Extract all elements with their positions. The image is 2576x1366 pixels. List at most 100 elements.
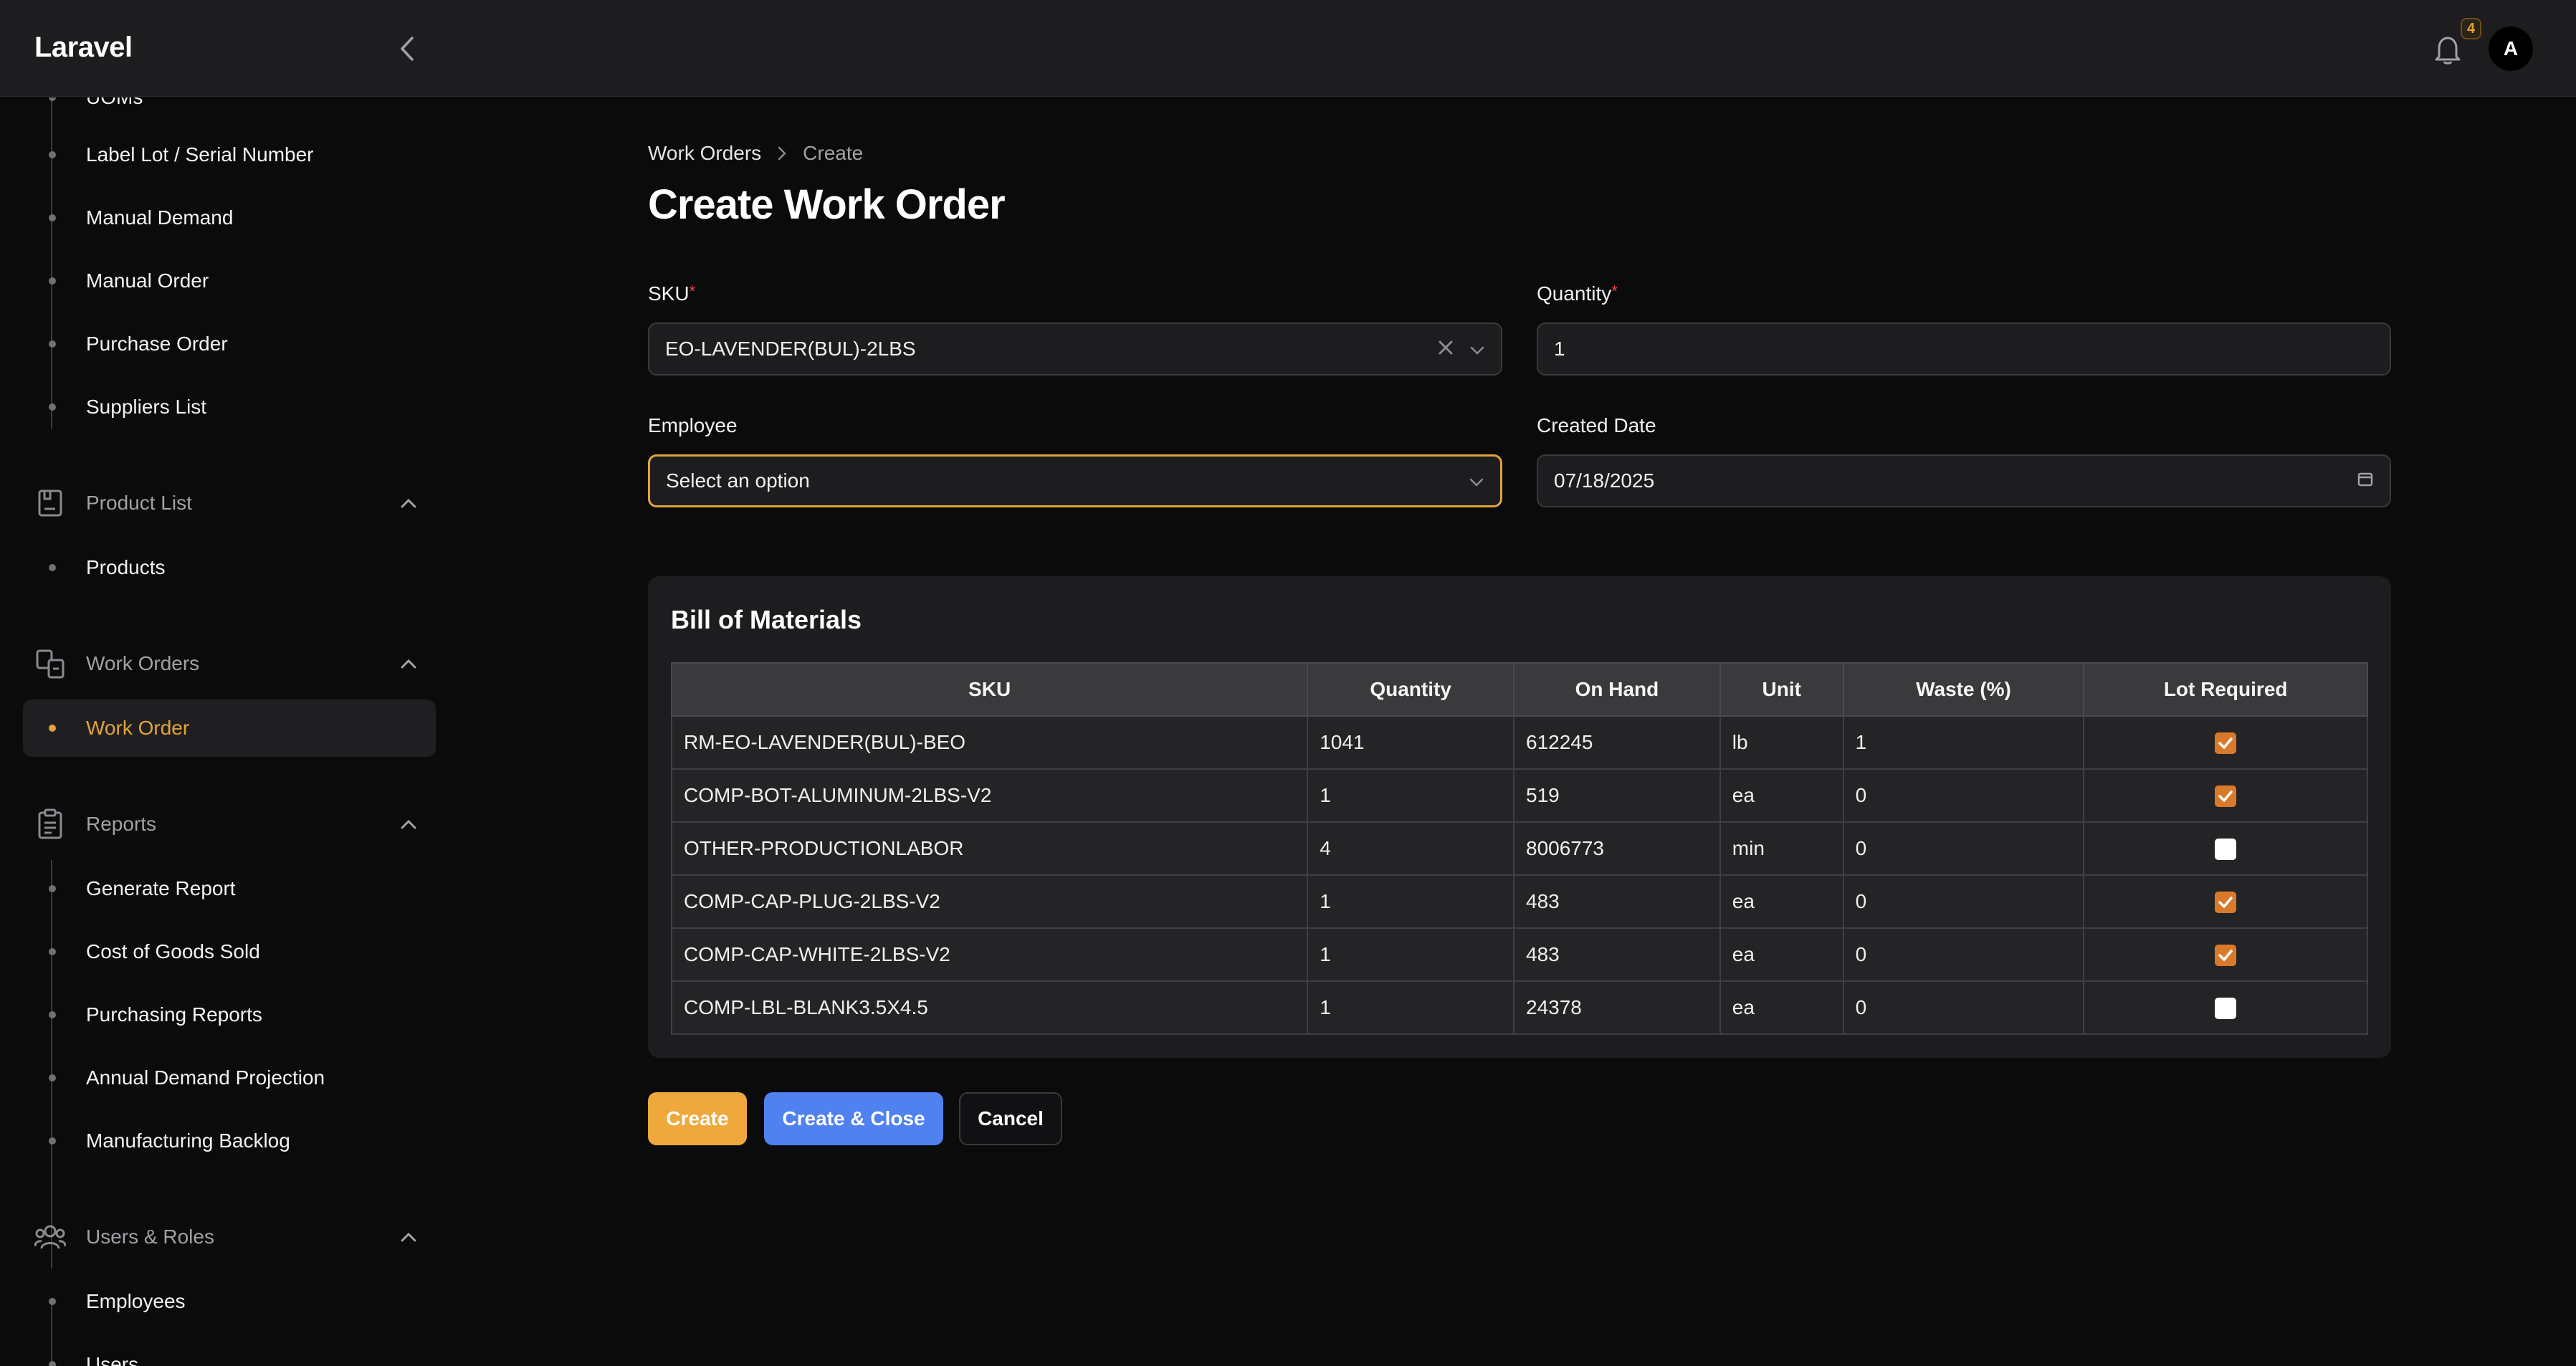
- calendar-icon[interactable]: [2357, 469, 2374, 492]
- chevron-up-icon[interactable]: [399, 493, 419, 513]
- quantity-label-text: Quantity: [1537, 282, 1612, 305]
- cell-on-hand: 483: [1513, 927, 1721, 982]
- cell-unit: min: [1719, 821, 1844, 876]
- cell-quantity: 1: [1307, 927, 1514, 982]
- cell-quantity: 1: [1307, 874, 1514, 929]
- sidebar-item-users[interactable]: Users: [23, 1336, 436, 1366]
- cell-sku: COMP-LBL-BLANK3.5X4.5: [670, 980, 1309, 1035]
- bell-icon[interactable]: [2430, 32, 2466, 67]
- sidebar-item-purchasing-reports[interactable]: Purchasing Reports: [23, 986, 436, 1043]
- breadcrumb-work-orders[interactable]: Work Orders: [648, 142, 761, 165]
- chevron-up-icon[interactable]: [399, 814, 419, 834]
- chevron-up-icon[interactable]: [399, 1227, 419, 1247]
- sidebar-item-label: Users: [86, 1353, 139, 1366]
- sidebar-group-label: Reports: [86, 813, 157, 835]
- cell-unit: ea: [1719, 927, 1844, 982]
- sidebar-item-employees[interactable]: Employees: [23, 1273, 436, 1330]
- cell-sku: RM-EO-LAVENDER(BUL)-BEO: [670, 715, 1309, 770]
- sku-select-controls: [1438, 338, 1485, 360]
- sidebar-item-label: Products: [86, 556, 166, 578]
- cell-quantity: 1: [1307, 980, 1514, 1035]
- create-button[interactable]: Create: [648, 1092, 747, 1145]
- sidebar-item-label: Generate Report: [86, 877, 236, 899]
- table-row: OTHER-PRODUCTIONLABOR 4 8006773 min 0: [670, 821, 2368, 876]
- cell-on-hand: 483: [1513, 874, 1721, 929]
- sidebar-item-uoms[interactable]: UOMs: [23, 97, 436, 126]
- cell-unit: ea: [1719, 874, 1844, 929]
- sidebar-item-generate-report[interactable]: Generate Report: [23, 860, 436, 917]
- lot-required-checkbox[interactable]: [2215, 732, 2237, 755]
- bullet-icon: [49, 885, 56, 892]
- brand-logo[interactable]: Laravel: [34, 32, 133, 64]
- sidebar-item-products[interactable]: Products: [23, 539, 436, 596]
- chevron-down-icon[interactable]: [1469, 469, 1484, 492]
- bullet-icon: [49, 564, 56, 571]
- x-icon[interactable]: [1438, 338, 1454, 360]
- sidebar-item-cogs[interactable]: Cost of Goods Sold: [23, 923, 436, 980]
- sidebar-item-annual-demand[interactable]: Annual Demand Projection: [23, 1049, 436, 1107]
- bullet-icon: [49, 1137, 56, 1145]
- cell-unit: lb: [1719, 715, 1844, 770]
- sidebar-item-label: Purchase Order: [86, 333, 228, 355]
- cell-lot-required: [2083, 980, 2368, 1035]
- bullet-icon: [49, 1298, 56, 1305]
- chevron-up-icon[interactable]: [399, 654, 419, 674]
- chevron-down-icon[interactable]: [1469, 338, 1485, 360]
- cell-unit: ea: [1719, 768, 1844, 823]
- sku-select[interactable]: EO-LAVENDER(BUL)-2LBS: [648, 323, 1502, 376]
- bullet-icon: [49, 151, 56, 158]
- employee-select-controls: [1469, 469, 1484, 492]
- sidebar-group-product-list[interactable]: Product List: [34, 482, 430, 525]
- create-and-close-button[interactable]: Create & Close: [764, 1092, 943, 1145]
- lot-required-checkbox[interactable]: [2215, 892, 2237, 914]
- sidebar-item-manual-order[interactable]: Manual Order: [23, 252, 436, 310]
- cell-lot-required: [2083, 927, 2368, 982]
- sidebar-item-label: Cost of Goods Sold: [86, 940, 260, 963]
- sidebar-item-label: Work Order: [86, 717, 190, 739]
- sidebar-group-label: Product List: [86, 492, 192, 514]
- sidebar-item-suppliers-list[interactable]: Suppliers List: [23, 378, 436, 436]
- cell-waste: 0: [1842, 980, 2085, 1035]
- sku-label-text: SKU: [648, 282, 690, 305]
- lot-required-checkbox[interactable]: [2215, 998, 2237, 1020]
- bom-table: SKU Quantity On Hand Unit Waste (%) Lot …: [670, 662, 2368, 1035]
- bullet-icon: [49, 1361, 56, 1366]
- cell-sku: COMP-CAP-PLUG-2LBS-V2: [670, 874, 1309, 929]
- cell-lot-required: [2083, 715, 2368, 770]
- sidebar-group-users-roles[interactable]: Users & Roles: [34, 1215, 430, 1258]
- cell-unit: ea: [1719, 980, 1844, 1035]
- sidebar-group-reports[interactable]: Reports: [34, 803, 430, 846]
- sidebar-item-manual-demand[interactable]: Manual Demand: [23, 189, 436, 247]
- cell-waste: 0: [1842, 927, 2085, 982]
- cell-waste: 0: [1842, 821, 2085, 876]
- lot-required-checkbox[interactable]: [2215, 945, 2237, 967]
- cell-on-hand: 8006773: [1513, 821, 1721, 876]
- sidebar-group-label: Users & Roles: [86, 1226, 214, 1248]
- chevron-right-icon: [777, 145, 787, 161]
- lot-required-checkbox[interactable]: [2215, 785, 2237, 808]
- quantity-input[interactable]: 1: [1537, 323, 2391, 376]
- sidebar-item-purchase-order[interactable]: Purchase Order: [23, 315, 436, 373]
- sidebar-item-work-order[interactable]: Work Order: [23, 699, 436, 757]
- cancel-button[interactable]: Cancel: [959, 1092, 1062, 1145]
- chevron-left-icon[interactable]: [393, 32, 421, 66]
- bullet-icon: [49, 97, 56, 101]
- created-date-controls: [2357, 469, 2374, 492]
- sidebar-item-manufacturing-backlog[interactable]: Manufacturing Backlog: [23, 1112, 436, 1170]
- column-header: Unit: [1719, 662, 1844, 717]
- sidebar-item-label-lot[interactable]: Label Lot / Serial Number: [23, 126, 436, 183]
- sidebar-item-label: Employees: [86, 1290, 186, 1312]
- sidebar-item-label: Manual Demand: [86, 206, 234, 229]
- employee-select[interactable]: Select an option: [648, 454, 1502, 507]
- avatar[interactable]: A: [2489, 27, 2533, 71]
- sidebar-item-label: Annual Demand Projection: [86, 1066, 325, 1089]
- lot-required-checkbox[interactable]: [2215, 839, 2237, 861]
- sidebar-group-work-orders[interactable]: Work Orders: [34, 642, 430, 685]
- created-date-input[interactable]: 07/18/2025: [1537, 454, 2391, 507]
- sidebar-group-label: Work Orders: [86, 652, 200, 674]
- sidebar: UOMs Label Lot / Serial Number Manual De…: [0, 97, 459, 1366]
- cell-on-hand: 612245: [1513, 715, 1721, 770]
- cell-quantity: 4: [1307, 821, 1514, 876]
- cell-quantity: 1: [1307, 768, 1514, 823]
- sidebar-item-label: Manufacturing Backlog: [86, 1129, 290, 1152]
